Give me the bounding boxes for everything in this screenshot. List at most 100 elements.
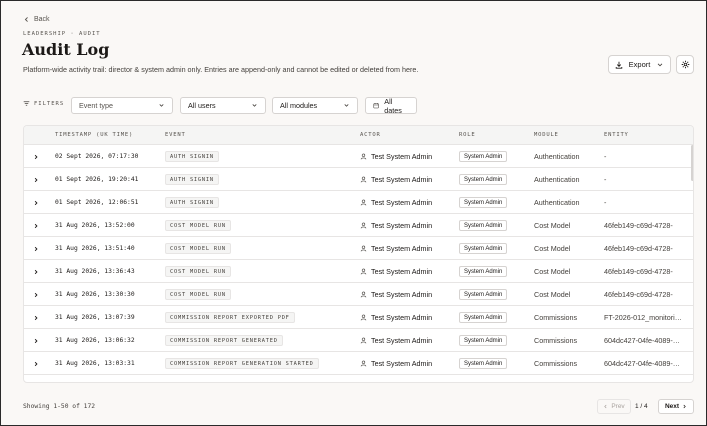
back-label: Back (34, 16, 50, 23)
expand-row-toggle[interactable] (33, 352, 41, 375)
expand-row-toggle[interactable] (33, 145, 41, 168)
filters-label: FILTERS (23, 100, 64, 107)
next-page-button[interactable]: Next (658, 399, 694, 414)
table-row[interactable]: 31 Aug 2026, 13:03:31 COMMISSION REPORT G… (24, 352, 693, 375)
entity-cell: - (604, 175, 607, 184)
chevron-right-icon (683, 404, 686, 409)
timestamp-cell: 02 Sept 2026, 07:17:30 (55, 153, 139, 160)
expand-row-toggle[interactable] (33, 214, 41, 237)
expand-row-toggle[interactable] (33, 237, 41, 260)
expand-row-toggle[interactable] (33, 168, 41, 191)
table-row[interactable]: 01 Sept 2026, 12:06:51 AUTH SIGNIN Test Sy… (24, 191, 693, 214)
user-icon (360, 153, 367, 160)
event-cell: COMMISSION REPORT GENERATION STARTED (165, 352, 319, 375)
chevron-right-icon (34, 269, 38, 274)
user-icon (360, 199, 367, 206)
users-select[interactable]: All users (180, 97, 266, 114)
col-entity[interactable]: ENTITY (604, 132, 629, 138)
timestamp-cell: 31 Aug 2026, 13:03:31 (55, 360, 135, 367)
actor-cell: Test System Admin (360, 168, 432, 191)
breadcrumb: LEADERSHIP · AUDIT (23, 31, 101, 37)
role-badge: System Admin (459, 220, 508, 231)
actor-name: Test System Admin (371, 267, 433, 276)
table-row[interactable]: 31 Aug 2026, 13:36:43 COST MODEL RUN Test … (24, 260, 693, 283)
role-badge: System Admin (459, 243, 508, 254)
role-cell: System Admin (459, 168, 508, 191)
user-icon (360, 222, 367, 229)
table-row[interactable]: 02 Sept 2026, 07:17:30 AUTH SIGNIN Test Sy… (24, 145, 693, 168)
expand-row-toggle[interactable] (33, 260, 41, 283)
module-cell: Commissions (534, 359, 578, 368)
table-scrollbar[interactable] (691, 145, 693, 181)
users-value: All users (188, 101, 216, 110)
event-type-value: Event type (79, 101, 113, 110)
col-role[interactable]: ROLE (459, 132, 475, 138)
expand-row-toggle[interactable] (33, 306, 41, 329)
event-badge: COST MODEL RUN (165, 243, 231, 254)
event-type-select[interactable]: Event type (71, 97, 173, 114)
chevron-down-icon (344, 104, 349, 107)
entity-cell: 46feb149-c69d-4728- (604, 267, 673, 276)
chevron-right-icon (34, 200, 38, 205)
chevron-down-icon (252, 104, 257, 107)
actor-cell: Test System Admin (360, 352, 432, 375)
entity-cell: FT-2026-012_monitori… (604, 313, 682, 322)
role-cell: System Admin (459, 191, 508, 214)
role-cell: System Admin (459, 352, 508, 375)
event-cell: COST MODEL RUN (165, 283, 231, 306)
back-link[interactable]: Back (23, 16, 50, 23)
expand-row-toggle[interactable] (33, 283, 41, 306)
module-cell: Authentication (534, 152, 580, 161)
expand-row-toggle[interactable] (33, 329, 41, 352)
event-cell: COMMISSION REPORT EXPORTED PDF (165, 306, 295, 329)
actor-name: Test System Admin (371, 313, 433, 322)
prev-label: Prev (611, 403, 625, 410)
chevron-right-icon (34, 177, 38, 182)
event-cell: COST MODEL RUN (165, 260, 231, 283)
role-cell: System Admin (459, 214, 508, 237)
chevron-left-icon (604, 404, 607, 409)
expand-row-toggle[interactable] (33, 191, 41, 214)
actor-name: Test System Admin (371, 221, 433, 230)
next-label: Next (664, 403, 680, 410)
table-row[interactable]: 31 Aug 2026, 13:07:39 COMMISSION REPORT E… (24, 306, 693, 329)
table-row[interactable]: 01 Sept 2026, 19:20:41 AUTH SIGNIN Test Sy… (24, 168, 693, 191)
prev-page-button[interactable]: Prev (597, 399, 631, 414)
user-icon (360, 268, 367, 275)
role-cell: System Admin (459, 237, 508, 260)
entity-cell: 604dc427-04fe-4089-… (604, 336, 680, 345)
user-icon (360, 291, 367, 298)
export-button[interactable]: Export (608, 55, 671, 74)
filters-text: FILTERS (34, 100, 65, 107)
calendar-icon (373, 102, 379, 109)
chevron-left-icon (24, 17, 28, 22)
table-row[interactable]: 31 Aug 2026, 13:52:00 COST MODEL RUN Test … (24, 214, 693, 237)
module-cell: Cost Model (534, 290, 571, 299)
role-badge: System Admin (459, 358, 508, 369)
entity-cell: - (604, 198, 607, 207)
settings-button[interactable] (676, 55, 694, 74)
dates-button[interactable]: All dates (365, 97, 417, 115)
entity-cell: 604dc427-04fe-4089-… (604, 359, 680, 368)
page-indicator: 1 / 4 (635, 403, 648, 410)
page-subtitle: Platform-wide activity trail: director &… (23, 65, 419, 74)
role-cell: System Admin (459, 306, 508, 329)
event-badge: COMMISSION REPORT GENERATION STARTED (165, 358, 319, 369)
modules-value: All modules (280, 101, 318, 110)
timestamp-cell: 31 Aug 2026, 13:51:40 (55, 245, 135, 252)
table-row[interactable]: 31 Aug 2026, 13:51:40 COST MODEL RUN Test … (24, 237, 693, 260)
chevron-down-icon (658, 62, 663, 66)
filter-icon (23, 101, 30, 106)
col-event[interactable]: EVENT (165, 132, 186, 138)
table-row[interactable]: 31 Aug 2026, 13:30:30 COST MODEL RUN Test … (24, 283, 693, 306)
actor-name: Test System Admin (371, 198, 433, 207)
col-timestamp[interactable]: TIMESTAMP (UK TIME) (55, 132, 133, 138)
user-icon (360, 360, 367, 367)
entity-cell: 46feb149-c69d-4728- (604, 221, 673, 230)
modules-select[interactable]: All modules (272, 97, 358, 114)
table-row[interactable]: 31 Aug 2026, 13:06:32 COMMISSION REPORT G… (24, 329, 693, 352)
col-actor[interactable]: ACTOR (360, 132, 381, 138)
module-cell: Cost Model (534, 267, 571, 276)
col-module[interactable]: MODULE (534, 132, 559, 138)
app-frame: Back LEADERSHIP · AUDIT Audit Log Platfo… (0, 0, 707, 426)
